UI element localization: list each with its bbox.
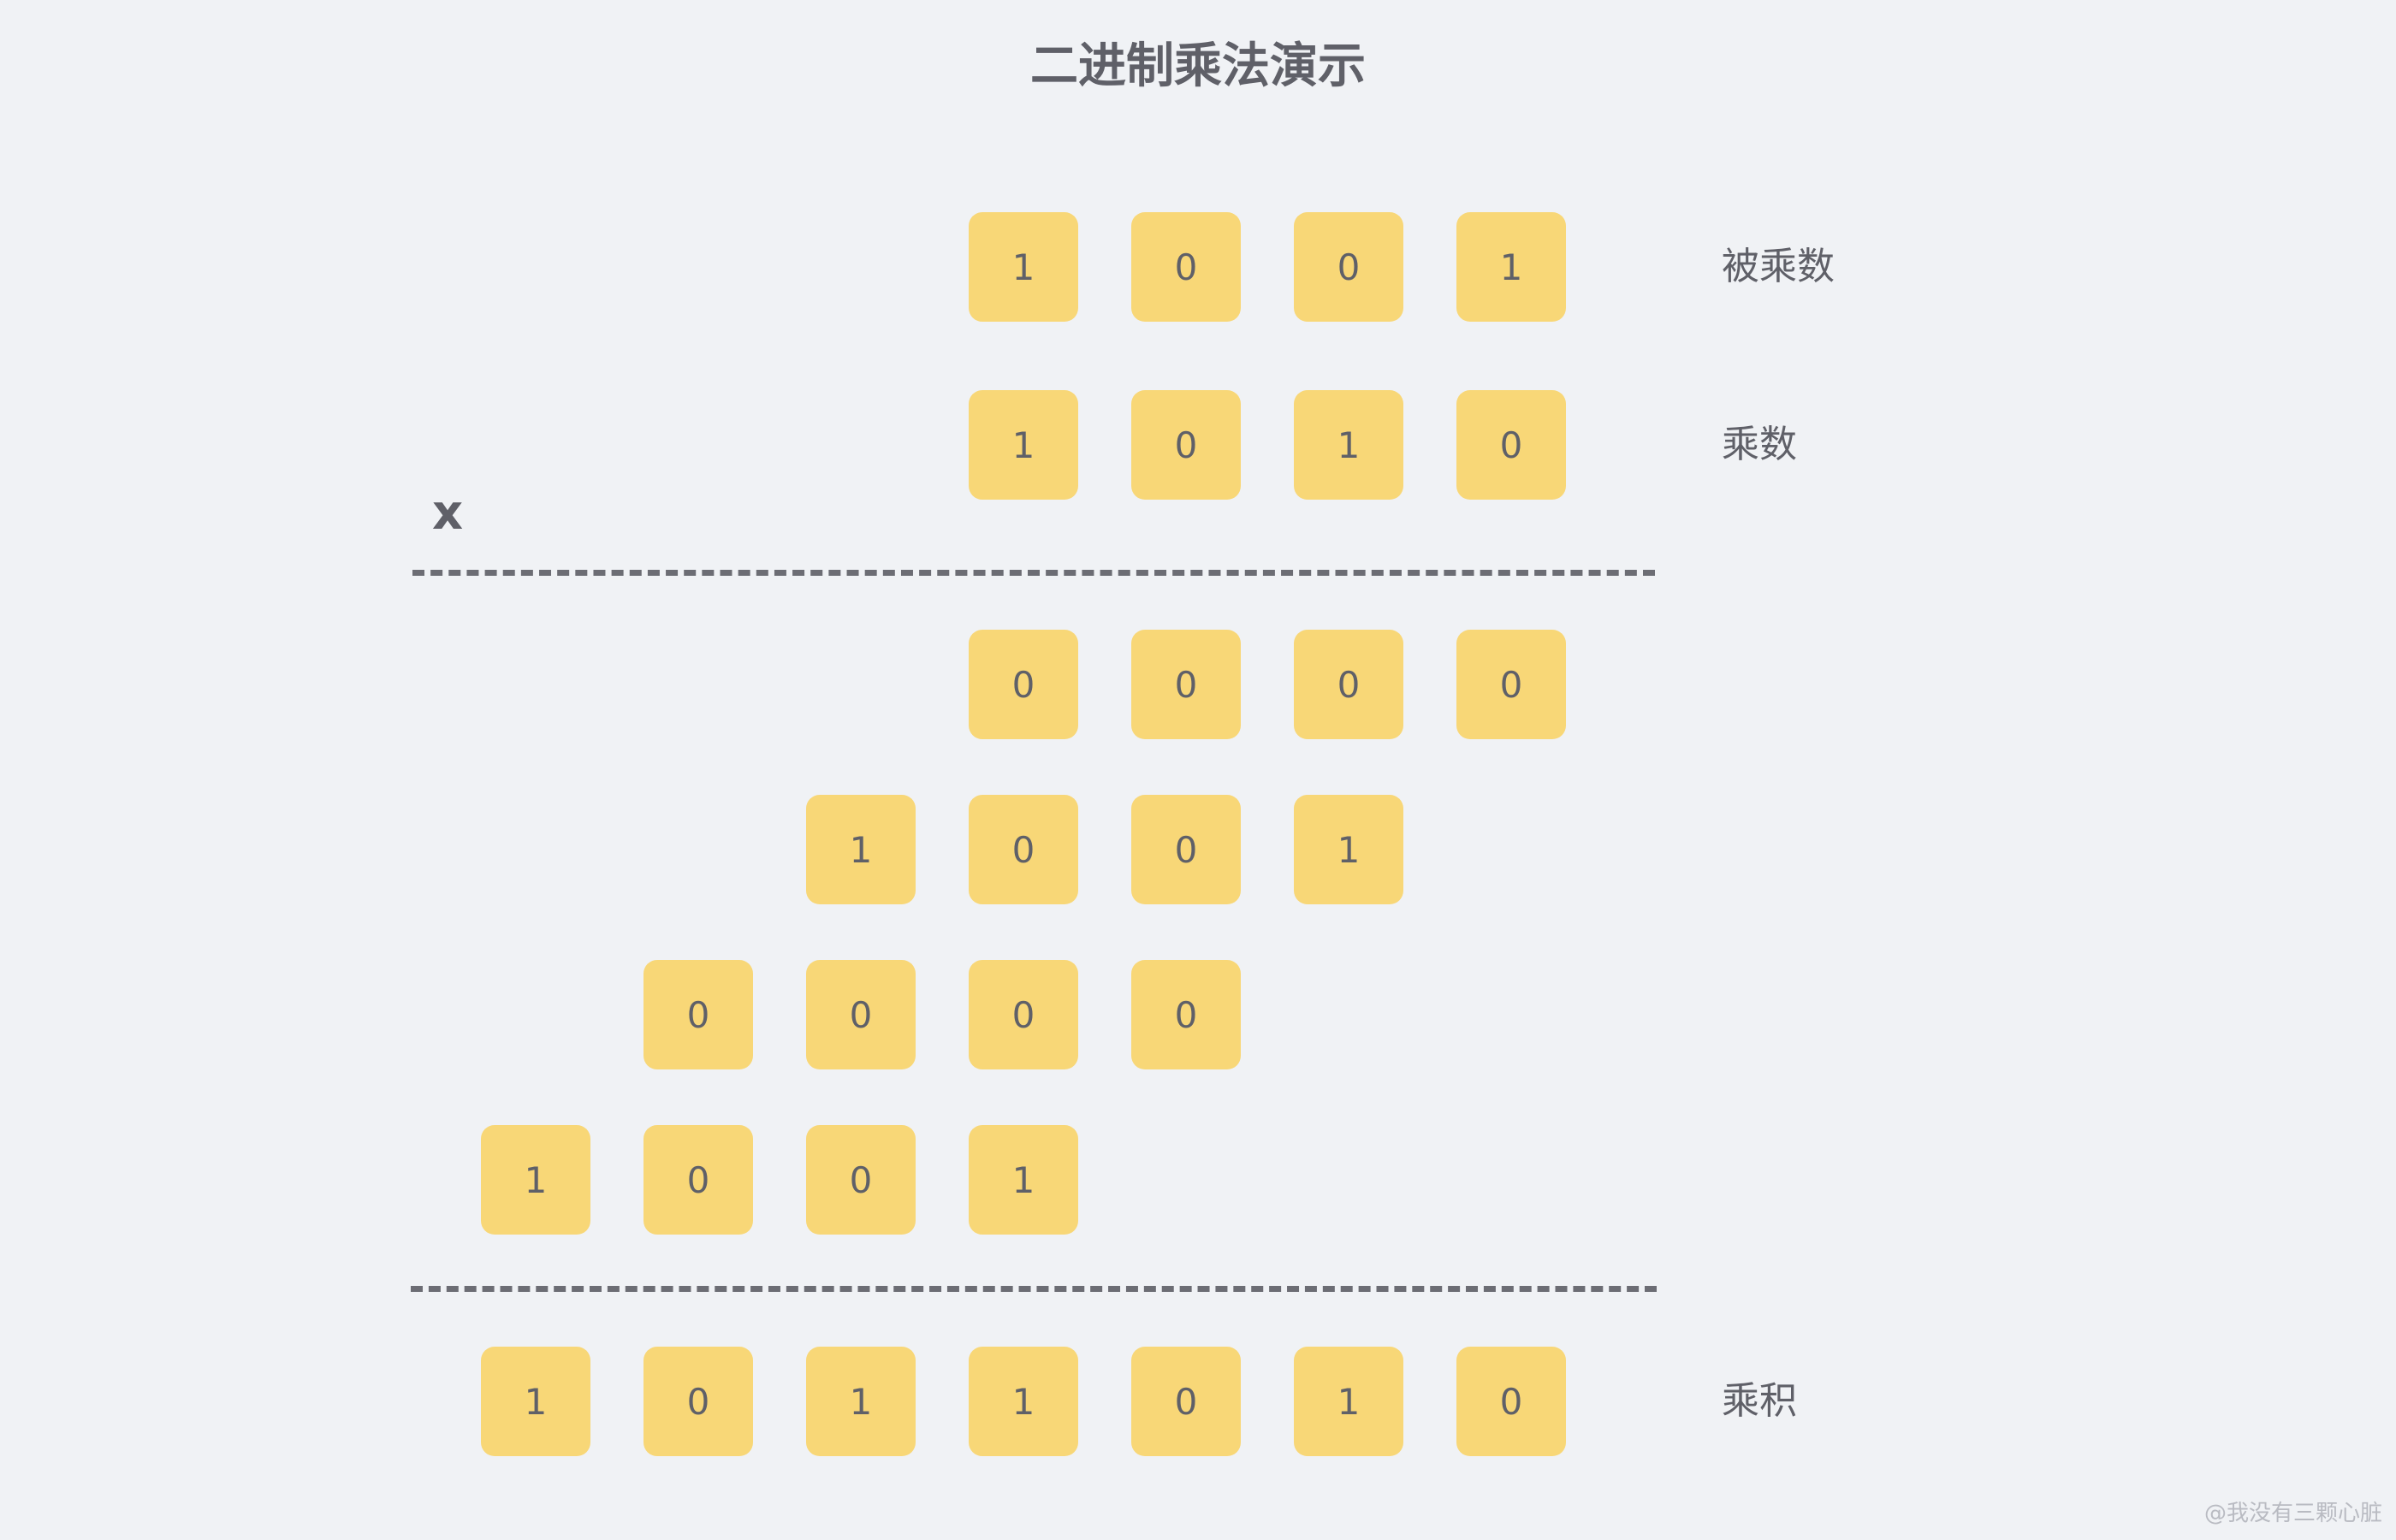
page-title: 二进制乘法演示	[1030, 38, 1366, 94]
bit-cell-multiplicand: 1	[1456, 212, 1566, 322]
bit-cell-product: 0	[1456, 1347, 1566, 1456]
row-label-multiplicand: 被乘数	[1722, 245, 1835, 288]
bit-cell-partial-product-3: 0	[643, 960, 753, 1069]
bit-cell-multiplier: 1	[1294, 390, 1403, 500]
bit-cell-partial-product-4: 0	[643, 1125, 753, 1235]
bit-cell-multiplicand: 1	[969, 212, 1078, 322]
bit-cell-partial-product-2: 0	[1131, 795, 1241, 904]
bit-cell-partial-product-2: 1	[806, 795, 916, 904]
bit-cell-product: 1	[969, 1347, 1078, 1456]
bit-cell-partial-product-1: 0	[1456, 630, 1566, 739]
bit-cell-multiplier: 1	[969, 390, 1078, 500]
bit-cell-partial-product-1: 0	[969, 630, 1078, 739]
bit-cell-product: 0	[643, 1347, 753, 1456]
bit-cell-multiplier: 0	[1131, 390, 1241, 500]
row-label-product: 乘积	[1722, 1379, 1797, 1423]
bit-cell-partial-product-1: 0	[1294, 630, 1403, 739]
bit-cell-product: 1	[1294, 1347, 1403, 1456]
bit-cell-partial-product-3: 0	[806, 960, 916, 1069]
bit-cell-product: 1	[481, 1347, 590, 1456]
bit-cell-partial-product-4: 0	[806, 1125, 916, 1235]
divider-partial-products	[412, 570, 1655, 576]
bit-cell-multiplier: 0	[1456, 390, 1566, 500]
bit-cell-partial-product-2: 1	[1294, 795, 1403, 904]
bit-cell-partial-product-2: 0	[969, 795, 1078, 904]
bit-cell-product: 0	[1131, 1347, 1241, 1456]
bit-cell-multiplicand: 0	[1131, 212, 1241, 322]
row-label-multiplier: 乘数	[1722, 423, 1797, 466]
watermark: @我没有三颗心脏	[2203, 1501, 2382, 1526]
bit-cell-partial-product-4: 1	[481, 1125, 590, 1235]
divider-product	[411, 1286, 1657, 1292]
bit-cell-product: 1	[806, 1347, 916, 1456]
bit-cell-partial-product-3: 0	[969, 960, 1078, 1069]
bit-cell-partial-product-1: 0	[1131, 630, 1241, 739]
bit-cell-multiplicand: 0	[1294, 212, 1403, 322]
multiply-operator: x	[432, 485, 464, 541]
bit-cell-partial-product-3: 0	[1131, 960, 1241, 1069]
bit-cell-partial-product-4: 1	[969, 1125, 1078, 1235]
